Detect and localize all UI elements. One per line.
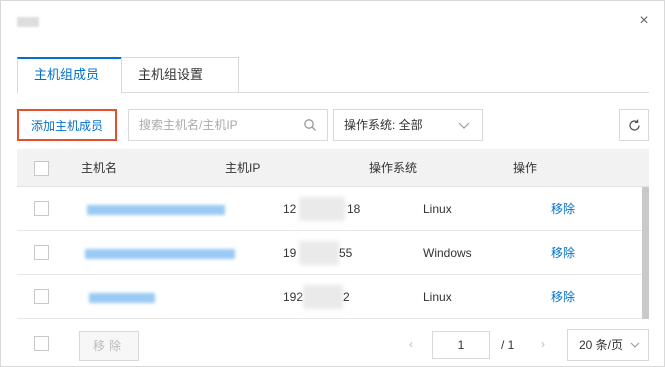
- table-footer: 移除 ‹ 1 / 1 › 20 条/页: [17, 329, 649, 361]
- next-page-icon[interactable]: ›: [541, 337, 545, 351]
- os-value: Linux: [423, 290, 452, 304]
- prev-page-icon[interactable]: ‹: [409, 337, 413, 351]
- host-ip-prefix: 192: [283, 290, 304, 304]
- remove-link[interactable]: 移除: [551, 231, 575, 275]
- tab-host-group-members[interactable]: 主机组成员: [17, 57, 122, 94]
- os-value: Linux: [423, 202, 452, 216]
- os-filter-label: 操作系统: 全部: [344, 118, 423, 132]
- refresh-button[interactable]: [619, 109, 649, 141]
- os-value: Windows: [423, 246, 472, 260]
- table-row: 192 2 Linux 移除: [17, 275, 649, 319]
- column-header-action: 操作: [513, 161, 538, 175]
- page-size-label: 20 条/页: [579, 338, 624, 352]
- remove-link[interactable]: 移除: [551, 275, 575, 319]
- host-ip-prefix: 19: [283, 246, 297, 260]
- table-row: 19 55 Windows 移除: [17, 231, 649, 275]
- search-icon[interactable]: [303, 118, 317, 132]
- dialog: × 主机组成员 主机组设置 添加主机成员 操作系统: 全部: [0, 0, 665, 367]
- search-input[interactable]: [129, 110, 301, 140]
- total-pages: / 1: [501, 338, 515, 352]
- hostname-link-redacted[interactable]: [89, 293, 155, 303]
- column-header-hostname: 主机名: [81, 161, 118, 175]
- os-filter-select[interactable]: 操作系统: 全部: [333, 109, 483, 141]
- toolbar: 添加主机成员 操作系统: 全部: [17, 109, 649, 141]
- tab-host-group-settings[interactable]: 主机组设置: [121, 57, 239, 93]
- page-number-input[interactable]: 1: [432, 331, 490, 359]
- bulk-remove-button[interactable]: 移除: [79, 331, 139, 361]
- host-ip-suffix: 18: [347, 202, 361, 216]
- page-size-select[interactable]: 20 条/页: [567, 329, 649, 361]
- remove-link[interactable]: 移除: [551, 187, 575, 231]
- column-header-os: 操作系统: [369, 161, 418, 175]
- footer-select-all-checkbox[interactable]: [34, 336, 49, 351]
- tab-bar: 主机组成员 主机组设置: [17, 57, 649, 94]
- row-checkbox[interactable]: [34, 245, 49, 260]
- table-header: 主机名 主机IP 操作系统 操作: [17, 149, 649, 187]
- ip-redaction: [299, 241, 339, 265]
- dialog-title-redacted: [17, 17, 39, 27]
- table-scrollbar[interactable]: [642, 187, 649, 319]
- row-checkbox[interactable]: [34, 201, 49, 216]
- close-icon[interactable]: ×: [636, 13, 652, 29]
- column-header-host-ip: 主机IP: [225, 161, 261, 175]
- host-table: 主机名 主机IP 操作系统 操作 12 18 Linux 移除 19 55 Wi…: [17, 149, 649, 319]
- host-ip-prefix: 12: [283, 202, 297, 216]
- hostname-link-redacted[interactable]: [85, 249, 235, 259]
- ip-redaction: [299, 197, 345, 221]
- row-checkbox[interactable]: [34, 289, 49, 304]
- host-ip-suffix: 55: [339, 246, 353, 260]
- search-box: [128, 109, 328, 141]
- host-ip-suffix: 2: [343, 290, 350, 304]
- refresh-icon: [629, 119, 640, 131]
- select-all-checkbox[interactable]: [34, 161, 49, 176]
- chevron-down-icon: [630, 342, 640, 348]
- hostname-link-redacted[interactable]: [87, 205, 225, 215]
- ip-redaction: [303, 285, 343, 309]
- chevron-down-icon: [458, 122, 470, 129]
- add-host-member-button[interactable]: 添加主机成员: [17, 109, 118, 141]
- table-row: 12 18 Linux 移除: [17, 187, 649, 231]
- scrollbar-thumb[interactable]: [642, 187, 649, 319]
